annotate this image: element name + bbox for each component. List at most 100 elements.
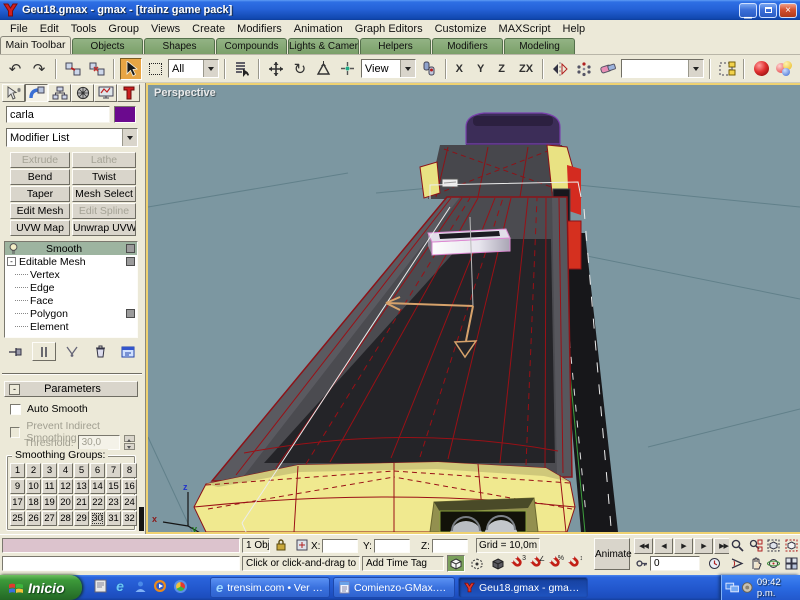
reference-coordinate-dropdown[interactable]: View <box>361 59 416 78</box>
volume-tray-icon[interactable] <box>741 581 753 594</box>
stack-row-editable-mesh[interactable]: -Editable Mesh <box>5 255 137 268</box>
smoothing-group-20-button[interactable]: 20 <box>58 495 73 510</box>
zoom-extents-icon[interactable] <box>765 537 782 554</box>
axis-constraint-z-button[interactable]: Z <box>494 61 509 77</box>
smoothing-group-11-button[interactable]: 11 <box>42 479 57 494</box>
key-mode-icon[interactable] <box>634 556 648 571</box>
object-color-swatch[interactable] <box>114 106 136 123</box>
dropdown-arrow-icon[interactable] <box>688 60 703 77</box>
pin-stack-icon[interactable] <box>4 342 28 361</box>
go-to-start-button[interactable]: ◀◀ <box>634 538 653 554</box>
make-unique-icon[interactable] <box>60 342 84 361</box>
modifier-bulb-icon[interactable] <box>9 243 18 255</box>
toolbar-tab-modeling[interactable]: Modeling <box>504 38 575 54</box>
unlink-selection-icon[interactable] <box>86 58 108 80</box>
menu-modifiers[interactable]: Modifiers <box>231 22 288 36</box>
align-icon[interactable] <box>597 58 619 80</box>
show-end-result-icon[interactable] <box>32 342 56 361</box>
dropdown-arrow-icon[interactable] <box>400 60 415 77</box>
mirror-icon[interactable] <box>549 58 571 80</box>
smoothing-group-23-button[interactable]: 23 <box>106 495 121 510</box>
smoothing-group-29-button[interactable]: 29 <box>74 511 89 526</box>
perspective-viewport[interactable]: Perspective <box>146 83 800 534</box>
messenger-icon[interactable] <box>132 578 148 594</box>
render-icon[interactable] <box>774 58 796 80</box>
network-monitors-icon[interactable] <box>725 581 739 594</box>
maxscript-listener-white[interactable] <box>2 556 240 571</box>
pan-hand-icon[interactable] <box>747 555 764 572</box>
twist-button[interactable]: Twist <box>72 169 136 185</box>
edit-mesh-button[interactable]: Edit Mesh <box>10 203 70 219</box>
maxscript-listener-pink[interactable] <box>2 538 240 553</box>
smoothing-group-26-button[interactable]: 26 <box>26 511 41 526</box>
stack-swatch-icon[interactable] <box>126 309 135 318</box>
snap-dark-cube-icon[interactable] <box>489 555 507 572</box>
schematic-view-icon[interactable] <box>716 58 738 80</box>
field-of-view-icon[interactable] <box>729 555 746 572</box>
stack-row-smooth[interactable]: Smooth <box>5 242 137 255</box>
smoothing-group-18-button[interactable]: 18 <box>26 495 41 510</box>
min-max-toggle-icon[interactable] <box>783 555 800 572</box>
mesh-select-button[interactable]: Mesh Select <box>72 186 136 202</box>
restore-button[interactable] <box>759 3 777 18</box>
document-icon[interactable] <box>92 578 108 594</box>
selection-lock-icon[interactable] <box>273 537 289 553</box>
smoothing-group-14-button[interactable]: 14 <box>90 479 105 494</box>
previous-frame-button[interactable]: ◀ <box>654 538 673 554</box>
axis-constraint-x-button[interactable]: X <box>452 61 467 77</box>
smoothing-group-28-button[interactable]: 28 <box>58 511 73 526</box>
viewport-label[interactable]: Perspective <box>154 87 216 99</box>
browser-orb-icon[interactable] <box>172 578 188 594</box>
redo-icon[interactable]: ↷ <box>28 58 50 80</box>
toolbar-tab-objects[interactable]: Objects <box>72 38 143 54</box>
menu-create[interactable]: Create <box>186 22 231 36</box>
smoothing-group-2-button[interactable]: 2 <box>26 463 41 478</box>
menu-help[interactable]: Help <box>557 22 592 36</box>
absolute-offset-toggle-icon[interactable] <box>294 537 310 553</box>
stack-swatch-icon[interactable] <box>126 257 135 266</box>
zoom-all-icon[interactable] <box>747 537 764 554</box>
selection-region-icon[interactable] <box>144 58 166 80</box>
smoothing-group-4-button[interactable]: 4 <box>58 463 73 478</box>
snap-toggle-icon[interactable] <box>447 555 465 572</box>
axis-constraint-zx-button[interactable]: ZX <box>515 61 537 77</box>
select-and-move-icon[interactable] <box>265 58 287 80</box>
parameters-rollout-header[interactable]: - Parameters <box>4 381 138 397</box>
taper-button[interactable]: Taper <box>10 186 70 202</box>
use-pivot-center-icon[interactable] <box>418 58 440 80</box>
smoothing-group-5-button[interactable]: 5 <box>74 463 89 478</box>
smoothing-group-22-button[interactable]: 22 <box>90 495 105 510</box>
toolbar-tab-shapes[interactable]: Shapes <box>144 38 215 54</box>
hierarchy-tab-icon[interactable] <box>48 84 71 102</box>
toolbar-tab-main-toolbar[interactable]: Main Toolbar <box>0 36 71 54</box>
motion-tab-icon[interactable] <box>71 84 94 102</box>
stack-swatch-icon[interactable] <box>126 244 135 253</box>
smoothing-group-13-button[interactable]: 13 <box>74 479 89 494</box>
configure-modifier-sets-icon[interactable] <box>116 342 140 361</box>
stack-row-element[interactable]: Element <box>5 320 137 333</box>
named-selection-sets-dropdown[interactable] <box>621 59 704 78</box>
smoothing-group-16-button[interactable]: 16 <box>122 479 137 494</box>
internet-explorer-icon[interactable]: e <box>112 578 128 594</box>
smoothing-group-6-button[interactable]: 6 <box>90 463 105 478</box>
next-frame-button[interactable]: ▶ <box>694 538 713 554</box>
bend-button[interactable]: Bend <box>10 169 70 185</box>
zoom-icon[interactable] <box>729 537 746 554</box>
arc-rotate-icon[interactable] <box>765 555 782 572</box>
viewport-canvas[interactable]: z x y <box>148 85 800 532</box>
spinner-snap-button[interactable]: ↕ <box>565 555 583 572</box>
axis-constraint-y-button[interactable]: Y <box>473 61 488 77</box>
select-and-manipulate-icon[interactable] <box>337 58 359 80</box>
z-coord-field[interactable] <box>432 539 468 553</box>
array-icon[interactable] <box>573 58 595 80</box>
toolbar-tab-lights-cameras[interactable]: Lights & Cameras <box>288 38 359 54</box>
smoothing-group-10-button[interactable]: 10 <box>26 479 41 494</box>
taskbar-task-comienzo-gmax-txt[interactable]: Comienzo-GMax.txt -... <box>333 577 455 598</box>
display-tab-icon[interactable] <box>94 84 117 102</box>
smoothing-group-15-button[interactable]: 15 <box>106 479 121 494</box>
toolbar-tab-helpers[interactable]: Helpers <box>360 38 431 54</box>
smoothing-group-19-button[interactable]: 19 <box>42 495 57 510</box>
selection-filter-dropdown[interactable]: All <box>168 59 219 78</box>
dropdown-arrow-icon[interactable] <box>122 129 137 146</box>
panel-scrollbar[interactable] <box>139 507 144 531</box>
